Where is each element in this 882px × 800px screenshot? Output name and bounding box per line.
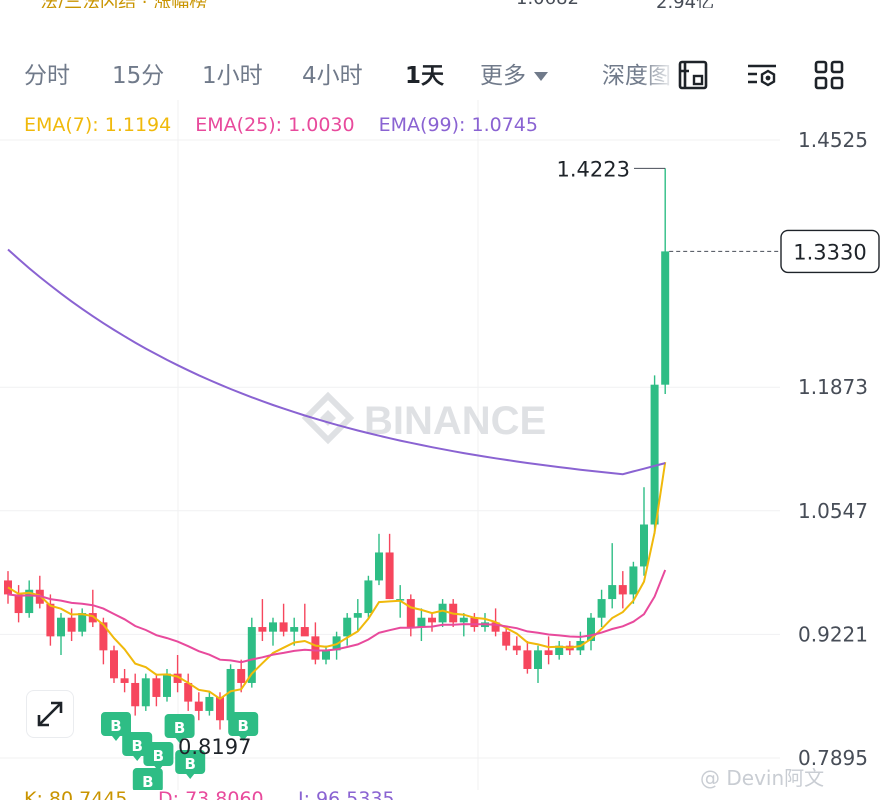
candle-body bbox=[353, 613, 362, 618]
candle-body bbox=[110, 650, 118, 679]
candle-body bbox=[375, 552, 383, 581]
tab-1d[interactable]: 1天 bbox=[405, 56, 444, 90]
y-axis-tick-label: 1.0547 bbox=[798, 499, 868, 523]
candle-body bbox=[311, 636, 320, 660]
kdj-legend-cut: K: 80.7445 D: 73.8060 J: 96.5335 bbox=[0, 788, 700, 800]
candle-body bbox=[269, 622, 277, 632]
candle-body bbox=[57, 617, 65, 637]
credit-text: @ Devin阿文 bbox=[700, 766, 825, 790]
ema-legend: EMA(7): 1.1194 EMA(25): 1.0030 EMA(99): … bbox=[24, 114, 556, 136]
candle-body bbox=[608, 585, 617, 600]
candle-body bbox=[523, 650, 532, 669]
tab-timeline[interactable]: 分时 bbox=[24, 56, 70, 90]
candle-body bbox=[385, 552, 394, 600]
buy-marker-letter: B bbox=[131, 737, 142, 755]
chevron-down-icon bbox=[534, 72, 548, 81]
candle-body bbox=[14, 594, 23, 614]
ema7-label: EMA(7): 1.1194 bbox=[24, 114, 172, 136]
candle-body bbox=[661, 251, 670, 385]
candle-body bbox=[99, 622, 108, 651]
candle-body bbox=[459, 617, 468, 623]
candle-body bbox=[194, 701, 203, 711]
fullscreen-button[interactable] bbox=[26, 690, 74, 738]
kdj-j-label: J: 96.5335 bbox=[298, 788, 395, 800]
candle-body bbox=[406, 599, 415, 628]
header-volume-text: 2.94亿 bbox=[656, 0, 714, 8]
candle-body bbox=[417, 617, 426, 628]
interval-tabs: 分时 15分 1小时 4小时 1天 更多 深度图 bbox=[0, 50, 882, 96]
ema99-label: EMA(99): 1.0745 bbox=[378, 114, 538, 136]
y-axis-tick-label: 0.9221 bbox=[798, 622, 868, 646]
tab-more-label: 更多 bbox=[480, 63, 526, 89]
high-price-label: 1.4223 bbox=[557, 157, 630, 181]
candle-body bbox=[502, 631, 511, 646]
candle-body bbox=[650, 384, 659, 525]
tab-15m[interactable]: 15分 bbox=[112, 56, 164, 90]
candle-body bbox=[629, 566, 638, 595]
ema25-label: EMA(25): 1.0030 bbox=[195, 114, 355, 136]
y-axis-tick-label: 1.1873 bbox=[798, 375, 868, 399]
layout-grid-icon[interactable] bbox=[812, 58, 846, 92]
header-pair-text: 法/三法闪结 · 涨幅榜 bbox=[40, 0, 207, 8]
candle-body bbox=[141, 678, 150, 707]
candle-body bbox=[216, 696, 224, 721]
current-price-label: 1.3330 bbox=[793, 240, 866, 264]
watermark-text: BINANCE bbox=[364, 399, 546, 443]
candle-body bbox=[237, 668, 246, 683]
header-cut-row: 法/三法闪结 · 涨幅榜 1.0682 2.94亿 bbox=[0, 0, 882, 8]
tab-overflow-fade bbox=[640, 50, 676, 96]
candle-body bbox=[258, 627, 267, 632]
y-axis-tick-label: 1.4525 bbox=[798, 128, 868, 152]
kdj-d-label: D: 73.8060 bbox=[158, 788, 264, 800]
candle-body bbox=[512, 645, 521, 651]
candle-body bbox=[470, 617, 479, 628]
expand-icon bbox=[37, 701, 63, 727]
buy-marker: B bbox=[132, 768, 163, 790]
candle-body bbox=[534, 650, 542, 669]
y-axis: 1.45251.18731.05470.92210.7895 bbox=[798, 128, 868, 770]
ema7-line bbox=[7, 461, 667, 701]
candlestick-chart[interactable]: BINANCE BBBBBBB 1.42230.81971.3330 1.452… bbox=[0, 100, 882, 790]
candle-body bbox=[279, 622, 288, 632]
candle-body bbox=[290, 627, 299, 632]
low-price-label: 0.8197 bbox=[178, 735, 251, 759]
candle-body bbox=[343, 617, 352, 637]
candle-body bbox=[438, 603, 447, 623]
candle-body bbox=[640, 524, 648, 567]
candle-body bbox=[120, 678, 129, 683]
candle-body bbox=[322, 650, 330, 660]
tab-4h[interactable]: 4小时 bbox=[302, 56, 363, 90]
indicator-settings-icon[interactable] bbox=[745, 58, 779, 92]
candle-body bbox=[152, 678, 161, 697]
candle-body bbox=[597, 599, 606, 618]
candle-body bbox=[544, 650, 553, 655]
kdj-k-label: K: 80.7445 bbox=[24, 788, 128, 800]
tab-1h[interactable]: 1小时 bbox=[202, 56, 263, 90]
chart-grid bbox=[0, 100, 780, 790]
candle-body bbox=[131, 682, 140, 707]
candle-body bbox=[428, 617, 436, 623]
tab-more[interactable]: 更多 bbox=[480, 56, 548, 90]
buy-marker-letter: B bbox=[237, 717, 248, 735]
binance-watermark: BINANCE bbox=[301, 391, 546, 445]
candle-body bbox=[364, 580, 373, 614]
candle-body bbox=[618, 585, 627, 595]
candle-body bbox=[163, 673, 171, 697]
candle-body bbox=[78, 613, 87, 632]
buy-marker-letter: B bbox=[110, 717, 121, 735]
buy-marker-letter: B bbox=[153, 747, 164, 765]
candle-body bbox=[300, 627, 309, 637]
buy-marker: B bbox=[143, 742, 174, 771]
candles-layer bbox=[4, 168, 670, 730]
candle-body bbox=[67, 617, 76, 632]
candle-body bbox=[46, 603, 55, 637]
candle-body bbox=[205, 696, 214, 711]
chart-style-icon[interactable] bbox=[676, 58, 710, 92]
header-price-text: 1.0682 bbox=[516, 0, 579, 8]
ema99-line bbox=[7, 248, 666, 476]
